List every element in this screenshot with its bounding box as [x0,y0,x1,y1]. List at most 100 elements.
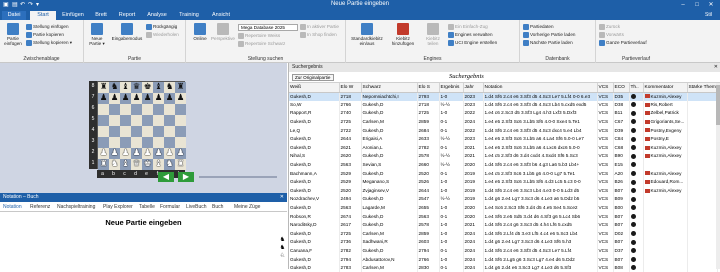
board-square[interactable]: ♟ [98,148,109,159]
board-square[interactable] [131,104,142,115]
share-kibitzer-button[interactable]: Kiebitz teilen [420,23,446,46]
column-header[interactable]: Th.. [629,83,644,93]
board-square[interactable] [120,126,131,137]
move-back-button[interactable]: ◀ [158,172,174,182]
column-header[interactable]: Ergebnis [439,83,464,93]
board-square[interactable] [164,104,175,115]
copy-game-button[interactable]: Partie kopieren [26,32,64,38]
chess-piece-icon[interactable]: ♚ [144,82,152,92]
table-row[interactable]: So,W 2766 Gukesh,D 2718 ½-½ 2023 1.d4 Sf6 2.c4… [289,100,718,110]
board-square[interactable] [175,126,186,137]
board-square[interactable] [109,104,120,115]
table-row[interactable]: Gukesh,D 2794 Abdusattorov,N 2766 1-0 2024 1.d… [289,255,718,264]
chess-piece-icon[interactable]: ♛ [133,82,141,92]
perspective-button[interactable]: Perspektive [210,23,236,41]
chess-piece-icon[interactable]: ♟ [133,148,141,158]
table-row[interactable]: Rapport,R 2740 Gukesh,D 2725 1-0 2022 1.e4 c6 … [289,109,718,118]
load-previous-game-button[interactable]: Vorherige Partie laden [523,32,575,38]
board-square[interactable]: ♜ [98,159,109,170]
load-next-game-button[interactable]: Nächste Partie laden [523,40,573,46]
history-back-button[interactable]: Zurück [599,24,620,30]
board-square[interactable]: ♚ [142,159,153,170]
board-square[interactable]: ♞ [109,159,120,170]
chess-piece-icon[interactable]: ♟ [166,148,174,158]
chess-piece-icon[interactable]: ♟ [111,148,119,158]
board-square[interactable] [131,126,142,137]
whole-history-button[interactable]: Ganze Partieverlauf [599,40,647,46]
single-move-button[interactable]: Ein Einfach-Zug [448,24,488,30]
knight-outline-icon[interactable]: ♘ [278,252,287,260]
board-square[interactable] [153,137,164,148]
table-row[interactable]: Gukesh,D 2520 Zvjaginsev,V 2644 1-0 2019 1.d4 … [289,186,718,196]
table-row[interactable]: Le,Q 2722 Gukesh,D 2684 0-1 2022 1.d4 Sf6 2.c4… [289,126,718,135]
board-square[interactable]: ♟ [175,93,186,104]
column-header[interactable]: Weiß [289,83,340,93]
table-row[interactable]: Nozdrachev,V 2494 Gukesh,D 2547 ½-½ 2019 1.d4 … [289,195,718,204]
board-square[interactable] [120,137,131,148]
column-header[interactable]: Elo W [339,83,362,93]
chess-piece-icon[interactable]: ♜ [100,159,108,169]
board-square[interactable]: ♝ [120,82,131,93]
board-square[interactable] [98,104,109,115]
tab-table[interactable]: Tabelle [139,204,155,210]
tab-insert[interactable]: Einfügen [58,11,88,20]
board-square[interactable] [153,115,164,126]
knight-icon[interactable]: ♞ [278,236,287,244]
column-header[interactable]: Notation [483,83,598,93]
board-square[interactable]: ♛ [131,82,142,93]
chess-piece-icon[interactable]: ♟ [177,148,185,158]
original-game-button[interactable]: Zur Originalpartie [292,74,334,81]
move-slider[interactable] [199,176,277,178]
board-square[interactable] [175,137,186,148]
board-square[interactable]: ♟ [164,148,175,159]
board-square[interactable]: ♟ [98,93,109,104]
chess-piece-icon[interactable]: ♟ [144,93,152,103]
board-square[interactable] [109,137,120,148]
board-square[interactable]: ♛ [131,159,142,170]
board-square[interactable] [175,104,186,115]
table-row[interactable]: Gukesh,D 2563 Sevian,S 2660 ½-½ 2020 1.d4 Sf6 … [289,160,718,170]
column-header[interactable]: Stärke Thema [687,83,718,93]
board-square[interactable]: ♟ [131,93,142,104]
board-square[interactable]: ♞ [164,159,175,170]
chess-piece-icon[interactable]: ♟ [111,93,119,103]
table-row[interactable]: Gukesh,D 2725 Carlsen,M 2859 0-1 2024 1.e4 e5 … [289,117,718,127]
board-square[interactable]: ♟ [153,93,164,104]
table-row[interactable]: Gukesh,D 2725 Carlsen,M 2859 1-0 2024 1.d4 Sf6… [289,229,718,239]
board-square[interactable]: ♟ [142,93,153,104]
undo-button[interactable]: Rückgängig [146,24,177,30]
board-square[interactable] [142,104,153,115]
column-header[interactable]: Kommentator [643,83,688,93]
style-menu[interactable]: Stil [705,12,712,18]
maximize-button[interactable]: □ [690,0,704,10]
board-square[interactable] [109,126,120,137]
history-forward-button[interactable]: Vorwärts [599,32,624,38]
scrollbar-thumb[interactable] [716,85,720,125]
notation-body[interactable]: Neue Partie eingeben ♞ ♞ ♘ [0,213,287,269]
board-square[interactable] [153,126,164,137]
tab-file[interactable]: Datei [2,11,26,20]
board-square[interactable]: ♟ [153,148,164,159]
board-square[interactable]: ♟ [142,148,153,159]
chess-piece-icon[interactable]: ♜ [177,82,185,92]
chess-piece-icon[interactable]: ♟ [133,93,141,103]
table-row[interactable]: Gukesh,D 2621 Aronian,L 2782 0-1 2021 1.e4 e5 … [289,143,718,153]
tab-start[interactable]: Start [30,11,56,20]
find-in-shop-button[interactable]: In Shop finden [300,32,337,38]
board-square[interactable]: ♜ [98,82,109,93]
manage-engines-button[interactable]: Engines verwalten [448,32,493,38]
board-square[interactable]: ♜ [175,82,186,93]
board-square[interactable] [142,115,153,126]
tab-replay-training[interactable]: Nachspieltraining [57,204,95,210]
chess-piece-icon[interactable]: ♟ [166,93,174,103]
chess-piece-icon[interactable]: ♚ [144,159,152,169]
chess-piece-icon[interactable]: ♞ [111,82,119,92]
board-square[interactable]: ♝ [120,159,131,170]
chess-piece-icon[interactable]: ♝ [155,82,163,92]
close-icon[interactable]: ✕ [714,63,718,72]
chess-piece-icon[interactable]: ♟ [122,93,130,103]
table-row[interactable]: Nihal,S 2620 Gukesh,D 2578 ½-½ 2021 1.e4 c5 2.… [289,152,718,161]
table-row[interactable]: Bachmann,A 2529 Gukesh,D 2520 0-1 2019 1.e4 c5… [289,169,718,178]
in-active-game-button[interactable]: In aktiver Partie [300,24,339,30]
board-square[interactable] [98,137,109,148]
